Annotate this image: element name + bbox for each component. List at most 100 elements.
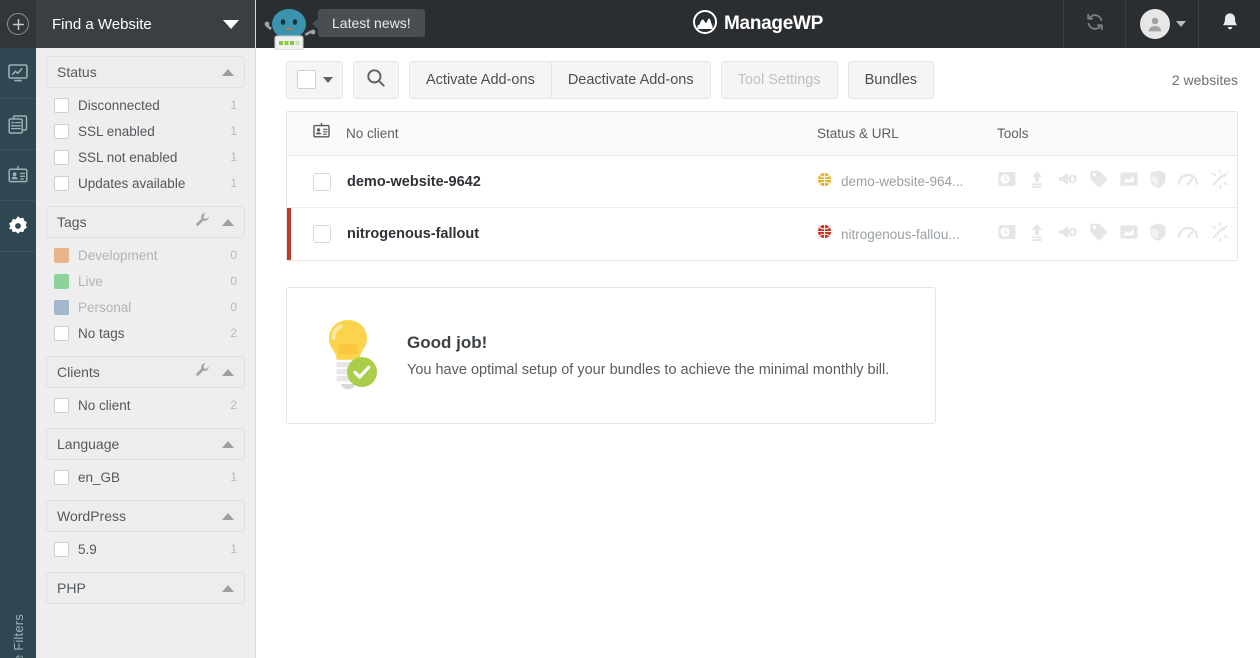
- add-website-button[interactable]: [7, 13, 29, 35]
- filter-item-count: 0: [230, 248, 241, 262]
- main-area: Latest news! ManageWP: [256, 0, 1260, 658]
- row-checkbox[interactable]: [313, 173, 331, 191]
- filter-section-title: Tags: [57, 214, 195, 230]
- icon-rail: Hide Filters: [0, 0, 36, 658]
- wrench-icon[interactable]: [195, 212, 210, 232]
- bell-icon: [1221, 12, 1239, 37]
- filter-checkbox[interactable]: [54, 542, 69, 557]
- marketing-icon[interactable]: [1057, 222, 1079, 247]
- notifications-button[interactable]: [1198, 0, 1260, 48]
- chevron-up-icon: [222, 369, 234, 376]
- performance-gauge-icon[interactable]: [1177, 170, 1199, 193]
- row-name-cell: nitrogenous-fallout: [313, 225, 817, 243]
- filter-item-personal[interactable]: Personal0: [46, 294, 245, 320]
- seo-tag-icon[interactable]: [1089, 222, 1109, 247]
- filter-section-tags[interactable]: Tags: [46, 206, 245, 238]
- hide-filters-toggle[interactable]: Hide Filters: [11, 614, 26, 658]
- table-row[interactable]: nitrogenous-fallout nitrogenous-fallou...: [287, 208, 1237, 260]
- filter-item-disconnected[interactable]: Disconnected1: [46, 92, 245, 118]
- filter-item-label: Disconnected: [78, 98, 230, 113]
- bundles-button[interactable]: Bundles: [848, 61, 934, 99]
- filter-section-php[interactable]: PHP: [46, 572, 245, 604]
- analytics-icon[interactable]: [1119, 169, 1139, 194]
- sidebar-item-clients[interactable]: [0, 150, 36, 201]
- header-status-url: Status & URL: [817, 126, 997, 141]
- filter-checkbox[interactable]: [54, 326, 69, 341]
- filter-item-ssl-not-enabled[interactable]: SSL not enabled1: [46, 144, 245, 170]
- select-all-checkbox[interactable]: [297, 70, 316, 89]
- refresh-button[interactable]: [1063, 0, 1125, 48]
- filter-item-development[interactable]: Development0: [46, 242, 245, 268]
- sidebar-item-settings[interactable]: [0, 201, 36, 252]
- filter-item-no-tags[interactable]: No tags2: [46, 320, 245, 346]
- update-icon[interactable]: [1027, 169, 1047, 194]
- filter-item-en-gb[interactable]: en_GB1: [46, 464, 245, 490]
- addons-button-group: Activate Add-ons Deactivate Add-ons: [409, 61, 711, 99]
- top-header: Latest news! ManageWP: [256, 0, 1260, 48]
- wrench-icon[interactable]: [195, 362, 210, 382]
- row-checkbox[interactable]: [313, 225, 331, 243]
- sidebar-item-dashboard[interactable]: [0, 48, 36, 99]
- chevron-up-icon: [222, 219, 234, 226]
- chevron-up-icon: [222, 441, 234, 448]
- site-url[interactable]: nitrogenous-fallou...: [841, 227, 960, 242]
- site-url[interactable]: demo-website-964...: [841, 174, 963, 189]
- search-button[interactable]: [353, 61, 399, 99]
- filter-checkbox[interactable]: [54, 124, 69, 139]
- header-actions: [1063, 0, 1260, 48]
- security-shield-icon[interactable]: [1149, 169, 1167, 194]
- filter-item-updates-available[interactable]: Updates available1: [46, 170, 245, 196]
- status-url-cell: demo-website-964...: [817, 172, 997, 192]
- filter-checkbox[interactable]: [54, 150, 69, 165]
- filter-item-label: No client: [78, 398, 230, 413]
- sidebar-item-pages[interactable]: [0, 99, 36, 150]
- select-all-dropdown[interactable]: [286, 61, 343, 99]
- analytics-icon[interactable]: [1119, 222, 1139, 247]
- status-globe-icon: [817, 172, 832, 192]
- filter-item-live[interactable]: Live0: [46, 268, 245, 294]
- filter-checkbox[interactable]: [54, 176, 69, 191]
- links-icon[interactable]: [1209, 169, 1231, 194]
- monitor-chart-icon: [8, 64, 28, 82]
- filter-section-title: Language: [57, 436, 222, 452]
- gear-icon: [7, 215, 29, 237]
- backup-icon[interactable]: [997, 222, 1017, 247]
- filter-section-language[interactable]: Language: [46, 428, 245, 460]
- filter-item-5.9[interactable]: 5.91: [46, 536, 245, 562]
- filter-section-body: Development0Live0Personal0No tags2: [46, 242, 245, 346]
- brand-name: ManageWP: [724, 13, 823, 35]
- site-name[interactable]: demo-website-9642: [347, 174, 481, 190]
- filter-checkbox[interactable]: [54, 398, 69, 413]
- filter-item-ssl-enabled[interactable]: SSL enabled1: [46, 118, 245, 144]
- activate-addons-button[interactable]: Activate Add-ons: [409, 61, 552, 99]
- search-icon: [366, 68, 386, 92]
- filter-section-clients[interactable]: Clients: [46, 356, 245, 388]
- filter-checkbox[interactable]: [54, 98, 69, 113]
- performance-gauge-icon[interactable]: [1177, 223, 1199, 246]
- brand-logo: ManageWP: [693, 10, 823, 39]
- user-menu[interactable]: [1125, 0, 1198, 48]
- filter-checkbox[interactable]: [54, 470, 69, 485]
- seo-tag-icon[interactable]: [1089, 169, 1109, 194]
- tool-settings-button: Tool Settings: [721, 61, 838, 99]
- security-shield-icon[interactable]: [1149, 222, 1167, 247]
- marketing-icon[interactable]: [1057, 169, 1079, 194]
- table-row[interactable]: demo-website-9642 demo-website-964...: [287, 156, 1237, 208]
- filter-item-count: 0: [230, 274, 241, 288]
- site-name[interactable]: nitrogenous-fallout: [347, 226, 479, 242]
- rail-top: [0, 0, 36, 48]
- tools-cell: [997, 169, 1237, 194]
- filter-section-wordpress[interactable]: WordPress: [46, 500, 245, 532]
- filter-section-status[interactable]: Status: [46, 56, 245, 88]
- find-website-dropdown[interactable]: Find a Website: [36, 0, 255, 48]
- backup-icon[interactable]: [997, 169, 1017, 194]
- filter-item-count: 1: [230, 124, 241, 138]
- deactivate-addons-button[interactable]: Deactivate Add-ons: [552, 61, 711, 99]
- header-client-label: No client: [346, 126, 399, 141]
- chevron-down-icon: [223, 20, 239, 29]
- filter-item-count: 1: [230, 176, 241, 190]
- links-icon[interactable]: [1209, 222, 1231, 247]
- latest-news-bubble[interactable]: Latest news!: [318, 9, 425, 37]
- filter-item-no-client[interactable]: No client2: [46, 392, 245, 418]
- update-icon[interactable]: [1027, 222, 1047, 247]
